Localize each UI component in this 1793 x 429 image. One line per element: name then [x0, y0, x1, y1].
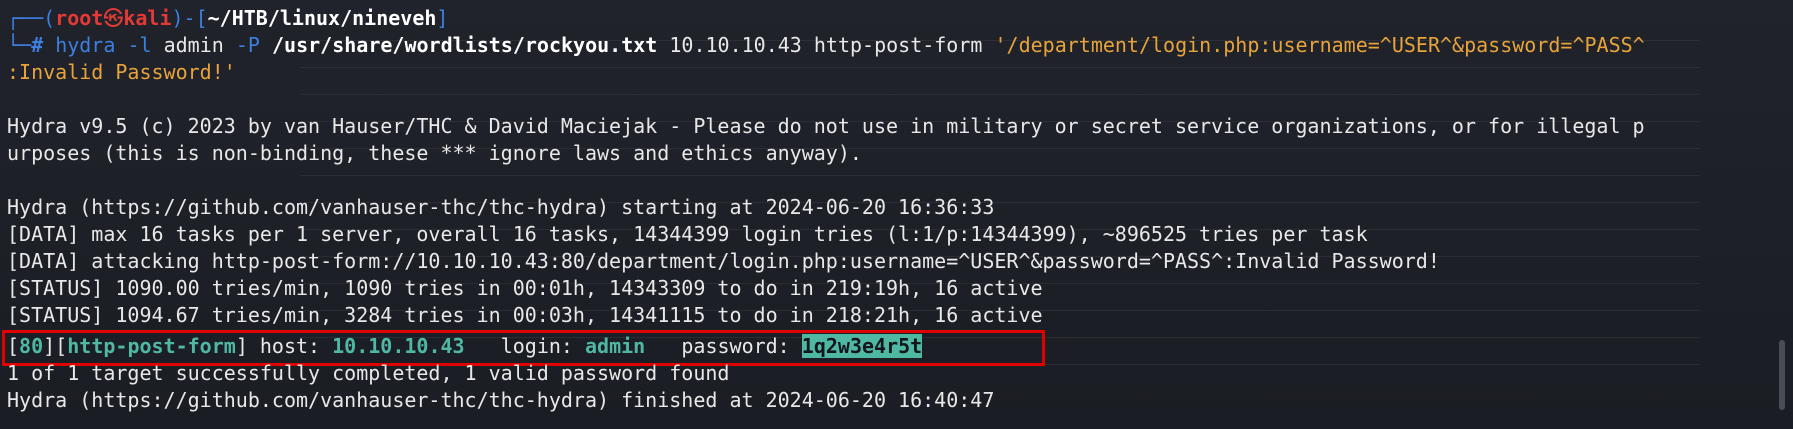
summary-line: 1 of 1 target successfully completed, 1 …	[7, 361, 730, 385]
prompt-line: ┌──(root㉿kali)-[~/HTB/linux/nineveh]	[7, 5, 448, 32]
command-program: hydra	[55, 33, 116, 57]
prompt-corner: └─	[7, 33, 32, 57]
banner-line-2: urposes (this is non-binding, these *** …	[7, 141, 862, 165]
command-line-wrap: :Invalid Password!'	[7, 59, 236, 86]
flag-P: -P	[235, 33, 260, 57]
prompt-close: ]	[436, 6, 449, 30]
scrollbar[interactable]	[1779, 0, 1785, 429]
status-line-2: [STATUS] 1094.67 tries/min, 3284 tries i…	[7, 303, 1043, 327]
command-wordlist: /usr/share/wordlists/rockyou.txt	[272, 33, 658, 57]
data-line-2: [DATA] attacking http-post-form://10.10.…	[7, 249, 1440, 273]
command-form-string-cont: :Invalid Password!'	[7, 60, 236, 84]
prompt-frame: ┌──(	[7, 6, 56, 30]
command-module: http-post-form	[813, 33, 983, 57]
prompt-path: ~/HTB/linux/nineveh	[207, 6, 437, 30]
banner-line-1: Hydra v9.5 (c) 2023 by van Hauser/THC & …	[7, 114, 1645, 138]
status-line-1: [STATUS] 1090.00 tries/min, 1090 tries i…	[7, 276, 1043, 300]
data-line-1: [DATA] max 16 tasks per 1 server, overal…	[7, 222, 1368, 246]
finish-line: Hydra (https://github.com/vanhauser-thc/…	[7, 388, 995, 412]
flag-l: -l	[127, 33, 152, 57]
command-form-string: '/department/login.php:username=^USER^&p…	[994, 33, 1645, 57]
prompt-user: root	[55, 6, 104, 30]
prompt-hash: #	[31, 33, 44, 57]
terminal-window[interactable]: ┌──(root㉿kali)-[~/HTB/linux/nineveh] └─#…	[0, 0, 1793, 429]
command-user: admin	[163, 33, 224, 57]
prompt-separator: )-[	[171, 6, 208, 30]
skull-icon: ㉿	[103, 6, 124, 30]
command-line[interactable]: └─# hydra -l admin -P /usr/share/wordlis…	[7, 32, 1645, 59]
scrollbar-thumb[interactable]	[1779, 340, 1785, 410]
prompt-host: kali	[123, 6, 172, 30]
start-line: Hydra (https://github.com/vanhauser-thc/…	[7, 195, 995, 219]
command-target: 10.10.10.43	[669, 33, 802, 57]
